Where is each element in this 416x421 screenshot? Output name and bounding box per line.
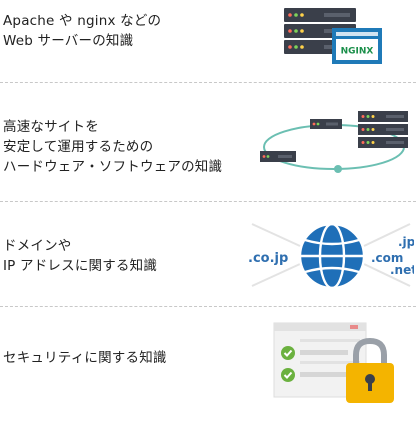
item-line: ドメインや: [3, 238, 72, 254]
domain-label-net: .net: [390, 263, 414, 277]
item-text: Apache や nginx などの Web サーバーの知識: [3, 11, 161, 51]
domain-label-co-jp: .co.jp: [248, 251, 288, 266]
server-small: [310, 119, 342, 129]
nginx-badge: NGINX: [341, 47, 374, 57]
item-line: IP アドレスに関する知識: [3, 258, 158, 274]
knowledge-list: Apache や nginx などの Web サーバーの知識 NGINX 高速な…: [0, 0, 416, 410]
item-text: セキュリティに関する知識: [3, 348, 167, 368]
globe: [298, 222, 366, 290]
server-network-icon: [260, 111, 408, 173]
server-small: [260, 151, 296, 162]
knowledge-item-security: セキュリティに関する知識: [0, 307, 416, 410]
nginx-window: NGINX: [332, 28, 382, 64]
domain-label-jp: .jp: [398, 235, 414, 249]
globe-domain-icon: .co.jp .jp .com .net: [248, 222, 414, 290]
knowledge-item-domain-ip: ドメインや IP アドレスに関する知識 .co.jp .jp .com .ne: [0, 202, 416, 306]
item-line: 高速なサイトを: [3, 119, 99, 135]
item-line: Web サーバーの知識: [3, 33, 134, 49]
item-text: ドメインや IP アドレスに関する知識: [3, 236, 157, 276]
item-line: 安定して運用するための: [3, 139, 154, 155]
item-text: 高速なサイトを 安定して運用するための ハードウェア・ソフトウェアの知識: [3, 117, 222, 177]
knowledge-item-hardware-software: 高速なサイトを 安定して運用するための ハードウェア・ソフトウェアの知識: [0, 83, 416, 201]
item-line: セキュリティに関する知識: [3, 350, 167, 366]
server-stack: [358, 111, 408, 148]
servers-nginx-icon: NGINX: [284, 8, 382, 64]
knowledge-item-web-server: Apache や nginx などの Web サーバーの知識 NGINX: [0, 0, 416, 82]
item-line: ハードウェア・ソフトウェアの知識: [3, 159, 223, 175]
item-line: Apache や nginx などの: [3, 13, 162, 29]
checklist-lock-icon: [273, 322, 394, 403]
